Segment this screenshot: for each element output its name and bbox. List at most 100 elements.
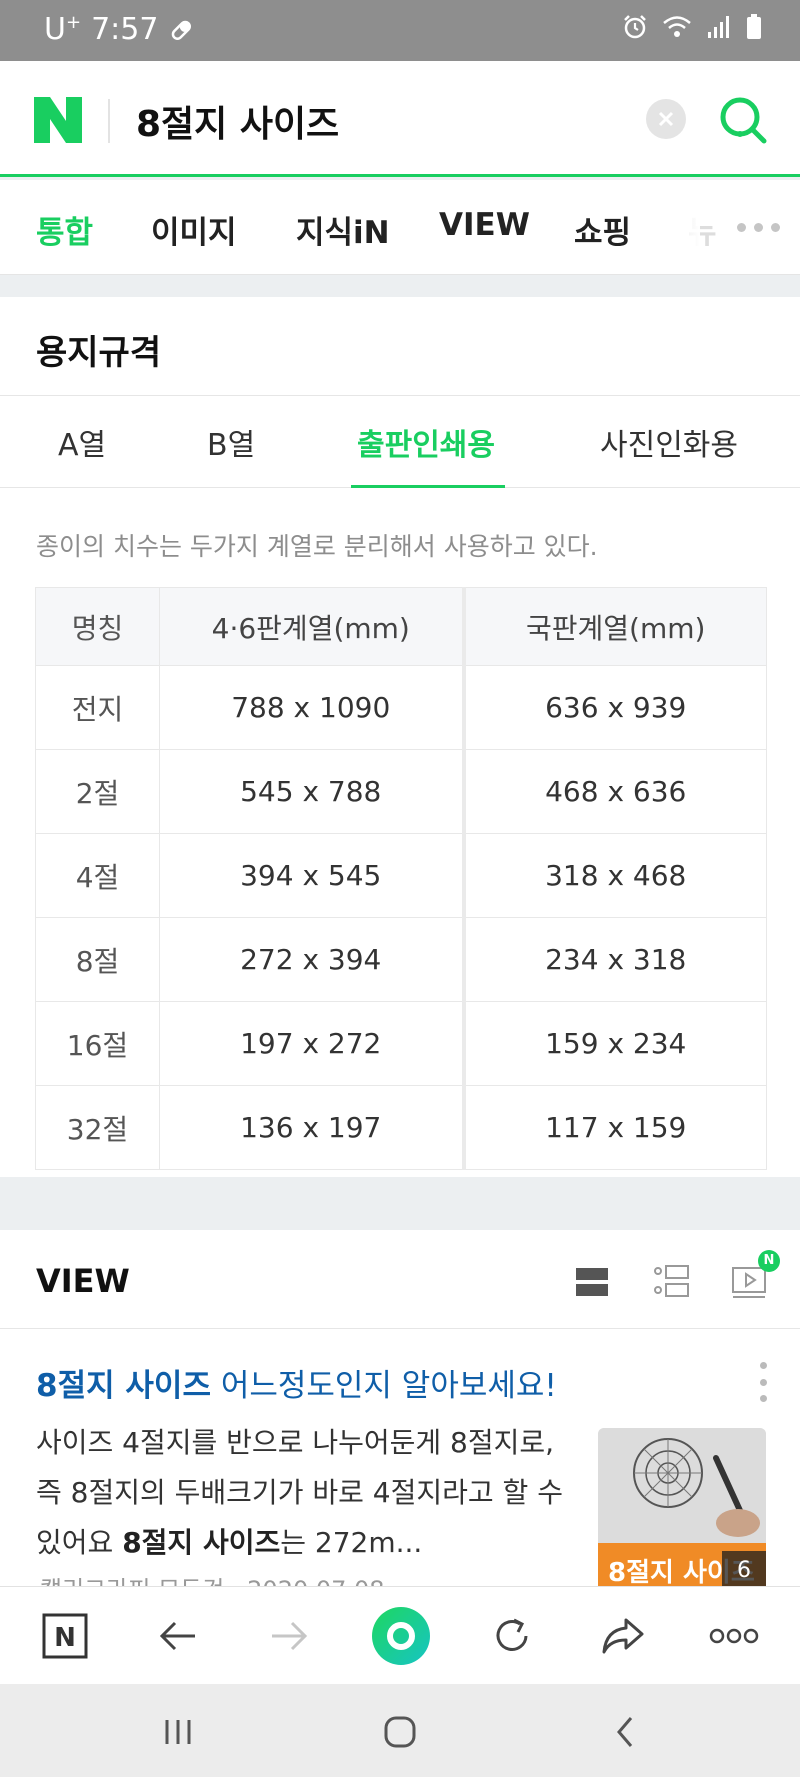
table-cell: 788 x 1090 [159, 665, 466, 750]
table-row: 전지 788 x 1090 636 x 939 [35, 665, 767, 750]
sub-tab-a-series[interactable]: A열 [58, 420, 106, 464]
table-cell: 전지 [35, 665, 160, 750]
search-icon[interactable] [718, 95, 768, 145]
table-row: 8절 272 x 394 234 x 318 [35, 917, 767, 1002]
table-header: 국판계열(mm) [463, 587, 767, 666]
table-cell: 272 x 394 [159, 917, 466, 1002]
share-icon [602, 1618, 644, 1654]
home-button[interactable] [378, 1710, 422, 1754]
carrier-label: U+ [44, 12, 82, 47]
table-cell: 197 x 272 [159, 1001, 466, 1086]
table-cell: 394 x 545 [159, 833, 466, 918]
mandala-drawing-image [598, 1428, 766, 1543]
clear-search-button[interactable] [646, 99, 686, 139]
table-header: 4·6판계열(mm) [159, 587, 466, 666]
table-cell: 136 x 197 [159, 1085, 466, 1170]
search-header: 8절지 사이즈 [0, 61, 800, 177]
green-dot-button[interactable] [372, 1607, 430, 1665]
logo-divider [108, 99, 110, 143]
table-cell: 2절 [35, 749, 160, 834]
table-cell: 32절 [35, 1085, 160, 1170]
tab-view[interactable]: VIEW [439, 207, 530, 243]
more-tabs-button[interactable] [716, 180, 800, 274]
table-cell: 8절 [35, 917, 160, 1002]
naver-home-button[interactable]: N [40, 1611, 90, 1661]
table-row: 32절 136 x 197 117 x 159 [35, 1085, 767, 1170]
signal-icon [708, 16, 729, 38]
search-input[interactable]: 8절지 사이즈 [136, 95, 339, 147]
post-title-keyword: 8절지 사이즈 [36, 1368, 211, 1404]
tab-knowledge-in[interactable]: 지식iN [296, 207, 390, 252]
recent-apps-button[interactable] [156, 1710, 200, 1754]
table-row: 4절 394 x 545 318 x 468 [35, 833, 767, 918]
post-more-button[interactable] [758, 1362, 768, 1402]
post-snippet[interactable]: 사이즈 4절지를 반으로 나누어둔게 8절지로, 즉 8절지의 두배크기가 바로… [36, 1418, 566, 1568]
back-button[interactable] [153, 1611, 203, 1661]
sub-tab-publishing[interactable]: 출판인쇄용 [357, 420, 495, 464]
post-title-text: 어느정도인지 알아보세요! [210, 1368, 557, 1404]
table-cell: 159 x 234 [463, 1001, 767, 1086]
android-nav-bar [0, 1684, 800, 1777]
table-cell: 117 x 159 [463, 1085, 767, 1170]
status-left: U+ 7:57 [44, 12, 194, 47]
recent-apps-icon [165, 1720, 191, 1744]
chevron-left-icon [617, 1717, 633, 1747]
table-cell: 16절 [35, 1001, 160, 1086]
forward-button[interactable] [264, 1611, 314, 1661]
post-title-link[interactable]: 8절지 사이즈 어느정도인지 알아보세요! [36, 1360, 557, 1405]
view-section-title: VIEW [36, 1262, 130, 1300]
table-cell: 636 x 939 [463, 665, 767, 750]
close-icon [658, 111, 674, 127]
paper-size-table: 명칭 4·6판계열(mm) 국판계열(mm) 전지 788 x 1090 636… [35, 587, 767, 1170]
pill-icon [172, 20, 192, 40]
detail-list-icon[interactable] [652, 1262, 692, 1302]
status-bar: U+ 7:57 [0, 0, 800, 61]
post-author[interactable]: 캘리그라피 모두것 · 2020.07.08. [40, 1570, 392, 1586]
paper-description: 종이의 치수는 두가지 계열로 분리해서 사용하고 있다. [36, 532, 598, 561]
post-thumbnail[interactable]: 8절지 사이즈 6 [598, 1428, 766, 1586]
table-cell: 468 x 636 [463, 749, 767, 834]
table-cell: 234 x 318 [463, 917, 767, 1002]
tab-all[interactable]: 통합 [36, 207, 93, 252]
status-icons [622, 14, 762, 40]
new-badge: N [758, 1250, 780, 1272]
system-back-button[interactable] [604, 1710, 648, 1754]
search-tab-bar: 통합 이미지 지식iN VIEW 쇼핑 뉴 [0, 180, 800, 275]
paper-sub-tabs: A열 B열 출판인쇄용 사진인화용 [0, 396, 800, 488]
table-row: 2절 545 x 788 468 x 636 [35, 749, 767, 834]
divider [0, 1328, 800, 1329]
image-count-badge: 6 [722, 1551, 766, 1586]
tab-images[interactable]: 이미지 [151, 207, 237, 252]
table-header-row: 명칭 4·6판계열(mm) 국판계열(mm) [35, 587, 767, 666]
list-view-icon[interactable] [574, 1262, 614, 1302]
more-icon [709, 1628, 759, 1644]
sub-tab-photo-print[interactable]: 사진인화용 [600, 420, 738, 464]
card-title: 용지규격 [36, 333, 162, 373]
battery-icon [747, 14, 761, 39]
table-row: 16절 197 x 272 159 x 234 [35, 1001, 767, 1086]
reload-icon [496, 1618, 528, 1651]
table-cell: 545 x 788 [159, 749, 466, 834]
arrow-right-icon [272, 1621, 308, 1651]
svg-text:N: N [54, 1623, 76, 1653]
share-button[interactable] [598, 1611, 648, 1661]
naver-home-icon: N [42, 1613, 88, 1659]
green-dot-icon [372, 1607, 430, 1665]
paper-spec-card: 용지규격 A열 B열 출판인쇄용 사진인화용 종이의 치수는 두가지 계열로 분… [0, 297, 800, 1177]
home-icon [384, 1716, 416, 1748]
tab-fade [660, 180, 700, 274]
reload-button[interactable] [487, 1611, 537, 1661]
alarm-icon [624, 15, 646, 39]
naver-logo-icon[interactable] [34, 97, 82, 143]
tab-shopping[interactable]: 쇼핑 [574, 207, 631, 252]
active-tab-indicator [351, 485, 505, 488]
view-section: VIEW N 8절지 사이즈 어느정도인지 알아보세요! 사이즈 4절지를 반으… [0, 1230, 800, 1586]
table-cell: 4절 [35, 833, 160, 918]
table-header: 명칭 [35, 587, 160, 666]
clock: 7:57 [91, 12, 159, 47]
sub-tab-b-series[interactable]: B열 [207, 420, 255, 464]
arrow-left-icon [159, 1621, 195, 1651]
more-menu-button[interactable] [709, 1611, 759, 1661]
wifi-icon [663, 16, 691, 37]
table-cell: 318 x 468 [463, 833, 767, 918]
